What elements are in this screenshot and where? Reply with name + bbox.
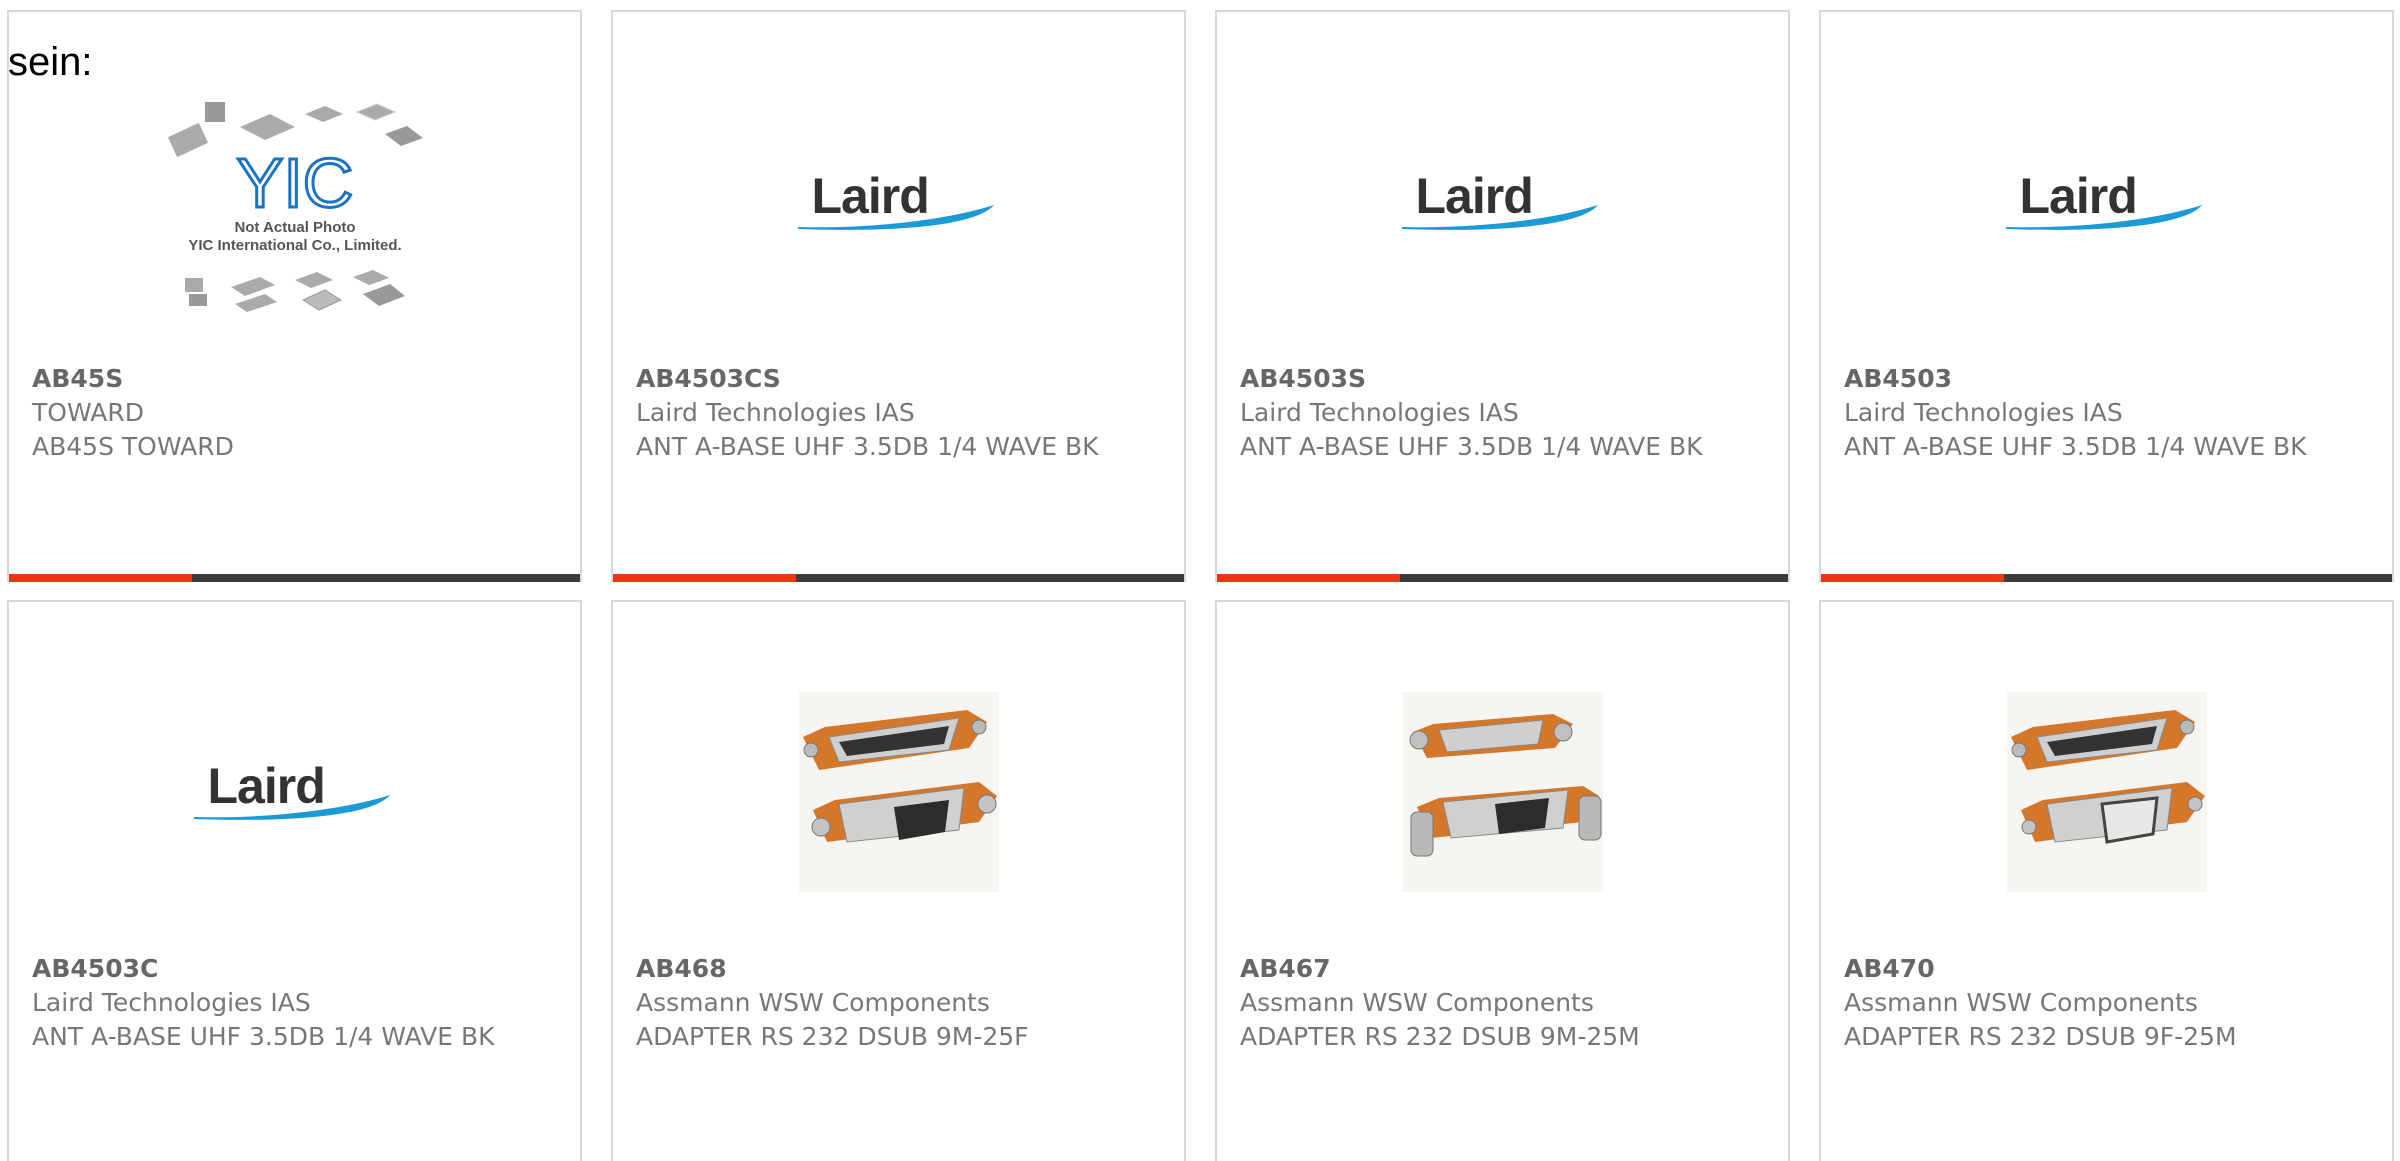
product-info: AB468 Assmann WSW Components ADAPTER RS … [636,952,1164,1054]
product-info: AB4503C Laird Technologies IAS ANT A-BAS… [32,952,560,1054]
stray-label: sein: [8,40,93,84]
product-card-link[interactable]: Laird AB4503S Laird Technologies IAS ANT… [1217,12,1788,582]
product-card-link[interactable]: AB468 Assmann WSW Components ADAPTER RS … [613,602,1184,1161]
product-info: AB4503 Laird Technologies IAS ANT A-BASE… [1844,362,2372,464]
product-part-number[interactable]: AB4503 [1844,362,2372,396]
product-manufacturer: Assmann WSW Components [1240,988,1594,1017]
product-card[interactable]: YIC Not Actual Photo YIC International C… [7,10,582,582]
card-bottom-bar [9,574,580,582]
product-part-number[interactable]: AB468 [636,952,1164,986]
product-card[interactable]: AB470 Assmann WSW Components ADAPTER RS … [1819,600,2394,1161]
yic-logo: YIC [236,144,353,222]
product-info: AB4503S Laird Technologies IAS ANT A-BAS… [1240,362,1768,464]
product-card-link[interactable]: YIC Not Actual Photo YIC International C… [9,12,580,582]
product-part-number[interactable]: AB45S [32,362,560,396]
product-card-link[interactable]: Laird AB4503 Laird Technologies IAS ANT … [1821,12,2392,582]
product-manufacturer: TOWARD [32,398,145,427]
product-manufacturer: Laird Technologies IAS [32,988,311,1017]
product-description: ANT A-BASE UHF 3.5DB 1/4 WAVE BK [32,1022,495,1051]
product-manufacturer: Assmann WSW Components [1844,988,2198,1017]
product-card[interactable]: AB467 Assmann WSW Components ADAPTER RS … [1215,600,1790,1161]
product-image[interactable]: YIC Not Actual Photo YIC International C… [9,42,580,362]
product-card-link[interactable]: AB470 Assmann WSW Components ADAPTER RS … [1821,602,2392,1161]
product-part-number[interactable]: AB4503C [32,952,560,986]
product-part-number[interactable]: AB4503S [1240,362,1768,396]
product-image[interactable]: Laird [1217,42,1788,362]
dsub-adapter-icon [2006,692,2207,892]
product-card[interactable]: Laird AB4503CS Laird Technologies IAS AN… [611,10,1186,582]
product-grid: YIC Not Actual Photo YIC International C… [0,0,2400,1161]
product-card-link[interactable]: Laird AB4503CS Laird Technologies IAS AN… [613,12,1184,582]
product-description: ANT A-BASE UHF 3.5DB 1/4 WAVE BK [1240,432,1703,461]
product-card-link[interactable]: AB467 Assmann WSW Components ADAPTER RS … [1217,602,1788,1161]
dsub-adapter-icon [798,692,999,892]
product-manufacturer: Laird Technologies IAS [1844,398,2123,427]
product-card[interactable]: Laird AB4503 Laird Technologies IAS ANT … [1819,10,2394,582]
product-manufacturer: Laird Technologies IAS [1240,398,1519,427]
product-image[interactable]: Laird [9,632,580,952]
product-image[interactable] [613,632,1184,952]
product-description: ANT A-BASE UHF 3.5DB 1/4 WAVE BK [1844,432,2307,461]
product-card-link[interactable]: Laird AB4503C Laird Technologies IAS ANT… [9,602,580,1161]
laird-logo-icon: Laird [2002,167,2212,237]
product-part-number[interactable]: AB4503CS [636,362,1164,396]
product-description: ADAPTER RS 232 DSUB 9M-25F [636,1022,1029,1051]
product-part-number[interactable]: AB470 [1844,952,2372,986]
product-manufacturer: Laird Technologies IAS [636,398,915,427]
product-description: ADAPTER RS 232 DSUB 9F-25M [1844,1022,2237,1051]
product-image[interactable]: Laird [1821,42,2392,362]
product-card[interactable]: Laird AB4503S Laird Technologies IAS ANT… [1215,10,1790,582]
product-info: AB45S TOWARD AB45S TOWARD [32,362,560,464]
product-description: ANT A-BASE UHF 3.5DB 1/4 WAVE BK [636,432,1099,461]
product-image[interactable] [1217,632,1788,952]
product-description: AB45S TOWARD [32,432,234,461]
product-part-number[interactable]: AB467 [1240,952,1768,986]
laird-logo-icon: Laird [190,757,400,827]
product-info: AB4503CS Laird Technologies IAS ANT A-BA… [636,362,1164,464]
product-manufacturer: Assmann WSW Components [636,988,990,1017]
product-card[interactable]: AB468 Assmann WSW Components ADAPTER RS … [611,600,1186,1161]
svg-text:Not Actual Photo: Not Actual Photo [234,219,355,236]
placeholder-chips-icon: YIC Not Actual Photo YIC International C… [167,102,423,312]
card-bottom-bar [1821,574,2392,582]
laird-logo-icon: Laird [1398,167,1608,237]
product-info: AB467 Assmann WSW Components ADAPTER RS … [1240,952,1768,1054]
svg-text:YIC International Co., Limited: YIC International Co., Limited. [188,237,401,254]
card-bottom-bar [613,574,1184,582]
product-description: ADAPTER RS 232 DSUB 9M-25M [1240,1022,1640,1051]
dsub-adapter-icon [1402,692,1603,892]
product-image[interactable]: Laird [613,42,1184,362]
laird-logo-icon: Laird [794,167,1004,237]
card-bottom-bar [1217,574,1788,582]
product-card[interactable]: Laird AB4503C Laird Technologies IAS ANT… [7,600,582,1161]
product-image[interactable] [1821,632,2392,952]
product-info: AB470 Assmann WSW Components ADAPTER RS … [1844,952,2372,1054]
